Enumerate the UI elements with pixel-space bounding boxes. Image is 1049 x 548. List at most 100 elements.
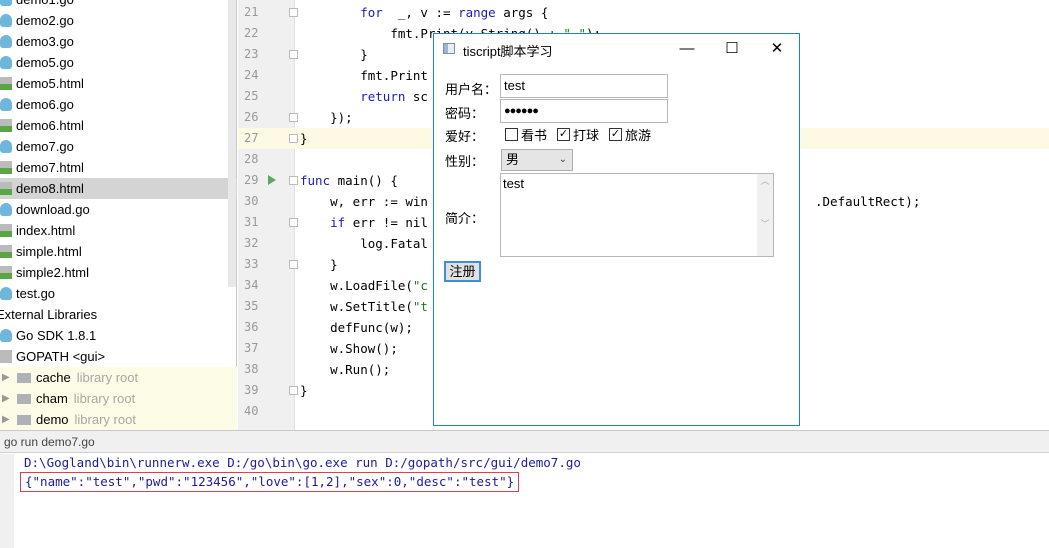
- submit-button[interactable]: 注册: [444, 261, 481, 282]
- expand-arrow-icon[interactable]: ▶: [2, 367, 10, 388]
- close-button[interactable]: ✕: [754, 34, 800, 63]
- code-token: }: [360, 47, 368, 62]
- password-input[interactable]: ●●●●●●: [500, 99, 668, 123]
- html-file-icon: [0, 266, 12, 279]
- line-number: 29: [244, 173, 259, 187]
- tiscript-dialog: tiscript脚本学习 — ☐ ✕ 用户名： test 密码： ●●●●●● …: [433, 33, 800, 426]
- sex-value: 男: [506, 152, 520, 167]
- code-token: w.LoadFile(: [330, 278, 413, 293]
- file-item[interactable]: demo1.go: [0, 0, 237, 10]
- html-file-icon: [0, 245, 12, 258]
- code-token: }: [330, 257, 338, 272]
- file-item[interactable]: download.go: [0, 199, 237, 220]
- line-number: 27: [244, 131, 259, 145]
- desc-value: test: [503, 176, 524, 191]
- file-name: demo7.html: [16, 160, 84, 175]
- go-file-icon: [0, 56, 12, 69]
- fold-marker-icon[interactable]: [289, 260, 298, 269]
- go-sdk-icon: [0, 329, 12, 342]
- file-item[interactable]: demo7.html: [0, 157, 237, 178]
- file-item[interactable]: test.go: [0, 283, 237, 304]
- library-item[interactable]: ▶ cache library root: [0, 367, 237, 388]
- file-name: demo6.html: [16, 118, 84, 133]
- fold-marker-icon[interactable]: [289, 134, 298, 143]
- html-file-icon: [0, 182, 12, 195]
- code-token: w.SetTitle(: [330, 299, 413, 314]
- code-token: return: [360, 89, 406, 104]
- file-item[interactable]: demo2.go: [0, 10, 237, 31]
- run-toolbar[interactable]: [0, 454, 14, 548]
- hobby-checkbox-0[interactable]: [505, 128, 518, 141]
- code-token: }: [300, 383, 308, 398]
- hobby-checkbox-1[interactable]: ✓: [557, 128, 570, 141]
- project-scrollbar[interactable]: [228, 0, 236, 287]
- file-item[interactable]: demo5.html: [0, 73, 237, 94]
- run-icon[interactable]: [268, 175, 276, 185]
- file-name: demo2.go: [16, 13, 74, 28]
- go-sdk-label: Go SDK 1.8.1: [16, 328, 97, 343]
- line-number: 38: [244, 362, 259, 376]
- password-label: 密码：: [445, 106, 485, 121]
- line-number: 22: [244, 26, 259, 40]
- sex-select[interactable]: 男 ⌄: [501, 149, 573, 171]
- dialog-titlebar[interactable]: tiscript脚本学习 — ☐ ✕: [434, 34, 799, 63]
- code-token: w, err := win: [330, 194, 428, 209]
- fold-marker-icon[interactable]: [289, 8, 298, 17]
- library-item[interactable]: ▶ demo library root: [0, 409, 237, 430]
- line-number: 30: [244, 194, 259, 208]
- gopath[interactable]: GOPATH <gui>: [0, 346, 237, 367]
- project-panel: demo1.go demo2.go demo3.go demo5.go demo5.ht…: [0, 0, 237, 430]
- line-number: 32: [244, 236, 259, 250]
- desc-scrollbar[interactable]: ︿ ﹀: [757, 174, 773, 256]
- code-token: err != nil: [345, 215, 428, 230]
- app-icon: [443, 43, 455, 54]
- expand-arrow-icon[interactable]: ▶: [2, 409, 10, 430]
- hobby-label-1: 打球: [573, 128, 600, 143]
- expand-arrow-icon[interactable]: ▶: [2, 388, 10, 409]
- line-number: 25: [244, 89, 259, 103]
- file-name: index.html: [16, 223, 76, 238]
- fold-marker-icon[interactable]: [289, 386, 298, 395]
- fold-marker-icon[interactable]: [289, 218, 298, 227]
- username-input[interactable]: test: [500, 74, 668, 98]
- file-item[interactable]: simple2.html: [0, 262, 237, 283]
- line-number: 24: [244, 68, 259, 82]
- html-file-icon: [0, 161, 12, 174]
- fold-marker-icon[interactable]: [289, 113, 298, 122]
- go-sdk[interactable]: Go SDK 1.8.1: [0, 325, 237, 346]
- file-item[interactable]: demo3.go: [0, 31, 237, 52]
- code-line[interactable]: for _, v := range args {: [300, 2, 1049, 23]
- file-item[interactable]: simple.html: [0, 241, 237, 262]
- library-hint: library root: [76, 370, 139, 385]
- minimize-button[interactable]: —: [664, 34, 710, 63]
- line-number: 34: [244, 278, 259, 292]
- run-tab[interactable]: go run demo7.go: [0, 431, 1049, 453]
- library-name: cham: [36, 391, 68, 406]
- fold-marker-icon[interactable]: [289, 176, 298, 185]
- file-item[interactable]: demo6.go: [0, 94, 237, 115]
- file-item[interactable]: demo8.html: [0, 178, 237, 199]
- line-number: 28: [244, 152, 259, 166]
- fold-marker-icon[interactable]: [289, 50, 298, 59]
- file-item[interactable]: demo7.go: [0, 136, 237, 157]
- code-token: defFunc(w);: [330, 320, 413, 335]
- dialog-title: tiscript脚本学习: [463, 44, 553, 59]
- go-file-icon: [0, 35, 12, 48]
- gopath-label: GOPATH <gui>: [16, 349, 106, 364]
- file-item[interactable]: demo5.go: [0, 52, 237, 73]
- desc-textarea[interactable]: test ︿ ﹀: [500, 173, 774, 257]
- external-libraries[interactable]: External Libraries: [0, 304, 237, 325]
- file-item[interactable]: index.html: [0, 220, 237, 241]
- library-hint: library root: [74, 412, 136, 427]
- folder-icon: [17, 394, 31, 404]
- hobby-checkbox-2[interactable]: ✓: [609, 128, 622, 141]
- library-item[interactable]: ▶ cham library root: [0, 388, 237, 409]
- folder-icon: [17, 415, 31, 425]
- file-item[interactable]: demo6.html: [0, 115, 237, 136]
- code-token: w.Run();: [330, 362, 391, 377]
- maximize-button[interactable]: ☐: [709, 34, 755, 63]
- line-number: 26: [244, 110, 259, 124]
- run-output: {"name":"test","pwd":"123456","love":[1,…: [20, 472, 520, 492]
- line-number: 33: [244, 257, 259, 271]
- html-file-icon: [0, 77, 12, 90]
